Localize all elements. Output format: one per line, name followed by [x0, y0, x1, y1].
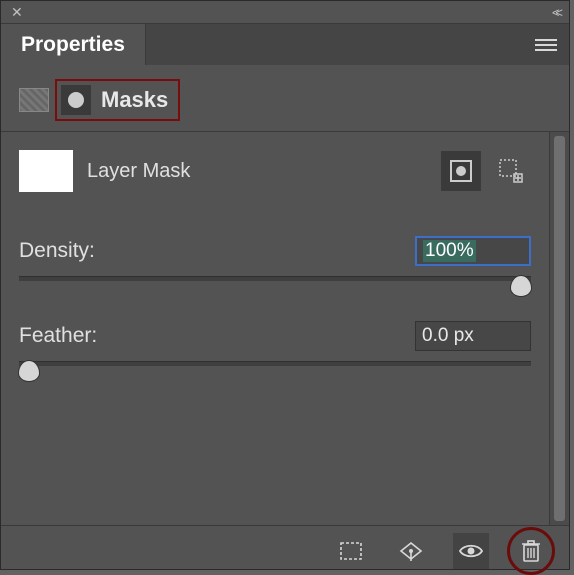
- tab-row: Properties: [1, 23, 569, 65]
- layer-mask-row: Layer Mask: [19, 150, 531, 192]
- delete-mask-button[interactable]: [513, 533, 549, 569]
- tab-label: Properties: [21, 33, 125, 57]
- feather-control: Feather: 0.0 px: [19, 321, 531, 366]
- panel-body: Layer Mask Density: 100%: [1, 132, 549, 525]
- panel-footer: [1, 525, 569, 575]
- density-control: Density: 100%: [19, 236, 531, 281]
- masks-header: Masks: [1, 65, 569, 131]
- toggle-visibility-icon[interactable]: [453, 533, 489, 569]
- vector-mask-button[interactable]: [491, 151, 531, 191]
- density-input[interactable]: 100%: [415, 236, 531, 266]
- masks-mode-selector[interactable]: Masks: [55, 79, 180, 121]
- panel-titlebar: ✕ <<: [1, 1, 569, 23]
- mask-icon: [61, 85, 91, 115]
- trash-icon: [521, 539, 541, 563]
- close-icon[interactable]: ✕: [11, 4, 23, 21]
- pixel-mask-button[interactable]: [441, 151, 481, 191]
- tab-properties[interactable]: Properties: [1, 24, 146, 65]
- scrollbar-thumb[interactable]: [554, 136, 565, 521]
- density-slider[interactable]: [19, 276, 531, 281]
- feather-label: Feather:: [19, 324, 415, 348]
- collapse-icon[interactable]: <<: [552, 5, 559, 20]
- mask-thumbnail[interactable]: [19, 150, 73, 192]
- mask-name: Layer Mask: [87, 160, 441, 183]
- density-label: Density:: [19, 239, 415, 263]
- scrollbar[interactable]: [549, 132, 569, 525]
- feather-slider[interactable]: [19, 361, 531, 366]
- feather-input[interactable]: 0.0 px: [415, 321, 531, 351]
- pixel-mask-thumb-icon[interactable]: [19, 88, 49, 112]
- panel-menu-icon[interactable]: [523, 24, 569, 65]
- properties-panel: ✕ << Properties Masks Layer Mask: [0, 0, 570, 570]
- select-mask-icon[interactable]: [333, 533, 369, 569]
- slider-thumb-icon[interactable]: [510, 275, 532, 297]
- apply-mask-icon[interactable]: [393, 533, 429, 569]
- slider-thumb-icon[interactable]: [18, 360, 40, 382]
- masks-label: Masks: [101, 87, 168, 113]
